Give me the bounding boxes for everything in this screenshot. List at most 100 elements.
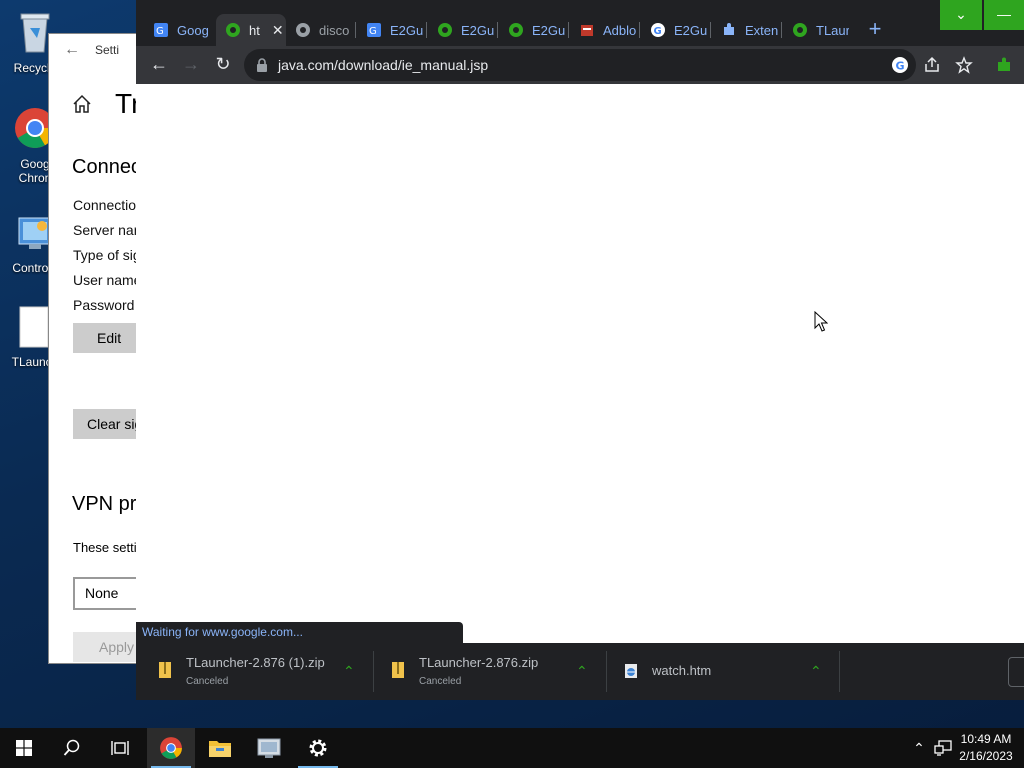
task-view-button[interactable] [96, 728, 144, 768]
url-text: java.com/download/ie_manual.jsp [278, 57, 489, 73]
tab-separator [639, 22, 640, 38]
chevron-up-icon[interactable]: ⌃ [343, 663, 355, 680]
close-icon[interactable]: ✕ [272, 22, 284, 39]
html-file-icon [625, 664, 637, 678]
download-status: Canceled [419, 676, 462, 687]
tab-separator [781, 22, 782, 38]
download-shelf: TLauncher-2.876 (1).zip Canceled ⌃ TLaun… [136, 643, 1024, 700]
chrome-window: G Goog ht ✕ disco G E2Gu E2Gu E2Gu Adblo… [136, 0, 1024, 700]
tab-e2guardian-1[interactable]: G E2Gu [357, 14, 423, 46]
taskbar: ⌃ 10:49 AM 2/16/2023 [0, 728, 1024, 768]
google-icon: G [651, 23, 665, 37]
edit-button[interactable]: Edit [73, 323, 146, 353]
browser-toolbar: ← → ↻ java.com/download/ie_manual.jsp G [136, 46, 1024, 84]
zip-file-icon [392, 662, 404, 678]
back-button[interactable]: ← [148, 54, 170, 76]
tab-e2guardian-2[interactable]: E2Gu [428, 14, 494, 46]
mouse-cursor-icon [814, 311, 828, 332]
share-icon[interactable] [923, 56, 941, 74]
svg-text:G: G [654, 26, 662, 37]
tab-active[interactable]: ht ✕ [216, 14, 286, 46]
chrome-icon [160, 737, 182, 759]
start-button[interactable] [0, 728, 48, 768]
globe-icon [226, 23, 240, 37]
svg-text:G: G [896, 60, 905, 73]
download-item[interactable]: watch.htm ⌃ [607, 643, 839, 700]
tab-separator [355, 22, 356, 38]
tab-separator [568, 22, 569, 38]
folder-icon [209, 741, 231, 757]
clock-date: 2/16/2023 [959, 749, 1013, 763]
svg-text:G: G [156, 26, 164, 37]
taskbar-control-panel[interactable] [245, 728, 293, 768]
google-icon[interactable]: G [891, 56, 909, 74]
control-panel-icon [257, 738, 281, 758]
adblock-icon [581, 25, 593, 36]
download-item[interactable]: TLauncher-2.876 (1).zip Canceled ⌃ [136, 643, 372, 700]
file-icon [19, 306, 49, 348]
star-icon[interactable] [955, 56, 973, 74]
status-bubble: Waiting for www.google.com... [136, 622, 463, 643]
taskbar-settings[interactable] [294, 728, 342, 768]
svg-text:G: G [369, 26, 377, 37]
home-icon[interactable] [71, 93, 93, 115]
tab-discord[interactable]: disco [286, 14, 350, 46]
tab-strip: G Goog ht ✕ disco G E2Gu E2Gu E2Gu Adblo… [136, 0, 1024, 52]
address-bar[interactable]: java.com/download/ie_manual.jsp [244, 49, 916, 81]
back-arrow-icon[interactable]: ← [49, 41, 95, 59]
taskbar-file-explorer[interactable] [196, 728, 244, 768]
show-hidden-icons-button[interactable]: ⌃ [908, 728, 930, 768]
tab-label: E2Gu [390, 22, 423, 38]
tab-e2guardian-4[interactable]: G E2Gu [641, 14, 707, 46]
clock-time: 10:49 AM [960, 732, 1012, 746]
chevron-up-icon: ⌃ [913, 739, 925, 756]
minimize-button[interactable]: — [984, 0, 1024, 30]
tab-extensions[interactable]: Exten [712, 14, 778, 46]
new-tab-button[interactable]: + [863, 18, 887, 42]
tab-separator [497, 22, 498, 38]
taskbar-chrome[interactable] [147, 728, 195, 768]
tab-separator [710, 22, 711, 38]
tab-label: Adblo [603, 22, 636, 38]
network-button[interactable] [932, 728, 954, 768]
chevron-up-icon[interactable]: ⌃ [810, 663, 822, 680]
tab-google-translate[interactable]: G Goog [144, 14, 212, 46]
tab-label: TLaur [816, 22, 849, 38]
tab-label: E2Gu [461, 22, 494, 38]
reload-button[interactable]: ↻ [212, 54, 234, 76]
task-view-icon [111, 741, 129, 755]
gear-icon [309, 739, 327, 757]
google-translate-icon: G [154, 23, 168, 37]
tab-label: ht [249, 22, 260, 38]
windows-icon [16, 740, 32, 756]
tab-label: Goog [177, 22, 209, 38]
tab-label: E2Gu [532, 22, 565, 38]
globe-icon [793, 23, 807, 37]
network-icon [934, 740, 952, 756]
tab-tlauncher[interactable]: TLaur [783, 14, 849, 46]
tab-e2guardian-3[interactable]: E2Gu [499, 14, 565, 46]
tab-label: E2Gu [674, 22, 707, 38]
show-all-downloads-button[interactable] [1008, 657, 1024, 687]
search-button[interactable] [48, 728, 96, 768]
zip-file-icon [159, 662, 171, 678]
tab-adblock[interactable]: Adblo [570, 14, 636, 46]
globe-icon [438, 23, 452, 37]
lock-icon [257, 58, 267, 72]
download-status: Canceled [186, 676, 229, 687]
chevron-up-icon[interactable]: ⌃ [576, 663, 588, 680]
system-clock[interactable]: 10:49 AM 2/16/2023 [952, 731, 1020, 765]
globe-icon [296, 23, 310, 37]
tab-separator [426, 22, 427, 38]
extensions-icon[interactable] [995, 56, 1013, 74]
forward-button[interactable]: → [180, 54, 202, 76]
tab-label: Exten [745, 22, 778, 38]
download-item[interactable]: TLauncher-2.876.zip Canceled ⌃ [374, 643, 606, 700]
puzzle-icon [724, 23, 734, 35]
tab-search-button[interactable]: ⌄ [940, 0, 982, 30]
download-separator [839, 651, 840, 692]
globe-icon [509, 23, 523, 37]
download-filename: TLauncher-2.876.zip [419, 655, 539, 670]
download-filename: TLauncher-2.876 (1).zip [186, 655, 325, 670]
google-translate-icon: G [367, 23, 381, 37]
